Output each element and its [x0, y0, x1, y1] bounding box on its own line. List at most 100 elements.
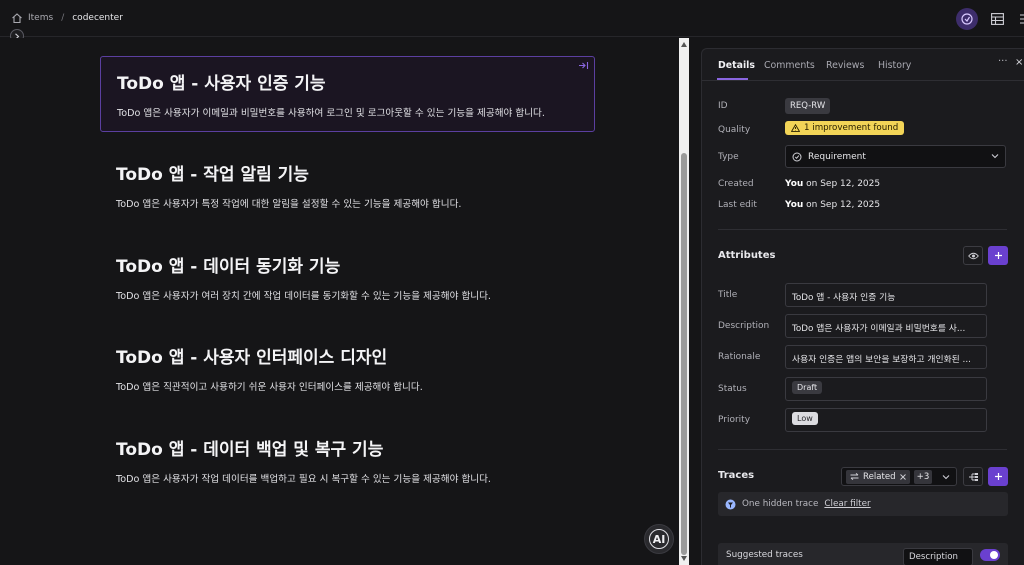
- hidden-trace-text: One hidden trace: [742, 499, 819, 509]
- scrollbar[interactable]: [679, 38, 689, 565]
- divider: [718, 449, 1007, 450]
- requirement-text[interactable]: ToDo 앱은 사용자가 이메일과 비밀번호를 사용하여 로그인 및 로그아웃할…: [117, 105, 578, 119]
- status-label: Status: [718, 384, 747, 394]
- trace-filter-select[interactable]: Related +3: [841, 467, 957, 486]
- created-value: You on Sep 12, 2025: [785, 179, 880, 189]
- requirement-view-button[interactable]: [956, 8, 978, 30]
- top-bar: Items / codecenter: [0, 0, 1024, 37]
- ai-icon: AI: [649, 529, 669, 549]
- suggested-traces-bar: Suggested traces Description: [718, 543, 1008, 565]
- last-edit-label: Last edit: [718, 200, 757, 210]
- status-field[interactable]: Draft: [785, 377, 987, 401]
- plus-icon: [994, 252, 1002, 259]
- edit-date: on Sep 12, 2025: [803, 200, 881, 210]
- requirement-title[interactable]: ToDo 앱 - 데이터 동기화 기능: [116, 252, 579, 277]
- requirement-text[interactable]: ToDo 앱은 사용자가 작업 데이터를 백업하고 필요 시 복구할 수 있는 …: [116, 471, 579, 485]
- description-label: Description: [718, 321, 770, 331]
- home-icon[interactable]: [11, 12, 23, 24]
- attributes-heading: Attributes: [718, 250, 776, 261]
- requirement-title[interactable]: ToDo 앱 - 작업 알림 기능: [116, 160, 579, 185]
- active-tab-indicator: [717, 78, 748, 80]
- type-value: Requirement: [808, 151, 866, 162]
- requirement-text[interactable]: ToDo 앱은 사용자가 여러 장치 간에 작업 데이터를 동기화할 수 있는 …: [116, 288, 579, 302]
- filter-tag-label: Related: [863, 471, 896, 482]
- plus-icon: [994, 473, 1002, 480]
- hidden-trace-notice: One hidden trace Clear filter: [718, 492, 1008, 516]
- ai-assistant-button[interactable]: AI: [644, 524, 674, 554]
- scroll-thumb[interactable]: [681, 153, 687, 555]
- filter-tag: Related: [846, 469, 910, 484]
- requirement-icon: [961, 13, 973, 25]
- table-view-button[interactable]: [986, 8, 1008, 30]
- rationale-field[interactable]: 사용자 인증은 앱의 보안을 보장하고 개인화된 ...: [785, 345, 987, 369]
- title-label: Title: [718, 290, 738, 300]
- panel-toggle-icon: [1020, 14, 1024, 24]
- chevron-down-icon: [942, 475, 950, 480]
- requirement-text[interactable]: ToDo 앱은 직관적이고 사용하기 쉬운 사용자 인터페이스를 제공해야 합니…: [116, 379, 579, 393]
- requirement-block[interactable]: ToDo 앱 - 사용자 인증 기능 ToDo 앱은 사용자가 이메일과 비밀번…: [100, 56, 595, 132]
- scroll-down-arrow[interactable]: [681, 556, 687, 561]
- table-icon: [990, 13, 1004, 25]
- breadcrumb-current[interactable]: codecenter: [72, 13, 123, 23]
- more-options-icon[interactable]: ···: [998, 56, 1008, 67]
- hierarchy-icon: [968, 472, 978, 481]
- document-area: ToDo 앱 - 사용자 인증 기능 ToDo 앱은 사용자가 이메일과 비밀번…: [0, 38, 678, 565]
- requirement-block[interactable]: ToDo 앱 - 데이터 동기화 기능 ToDo 앱은 사용자가 여러 장치 간…: [100, 240, 595, 314]
- filter-count: +3: [913, 469, 933, 484]
- remove-tag-icon[interactable]: [899, 473, 906, 480]
- panel-toggle-button[interactable]: [1016, 8, 1024, 30]
- quality-label: Quality: [718, 125, 751, 135]
- tab-history[interactable]: History: [878, 60, 911, 71]
- breadcrumb-root[interactable]: Items: [28, 13, 53, 23]
- suggested-traces-label: Suggested traces: [726, 550, 803, 560]
- swap-icon: [850, 473, 859, 480]
- id-badge: REQ-RW: [785, 98, 831, 114]
- last-edit-value: You on Sep 12, 2025: [785, 200, 880, 210]
- tab-reviews[interactable]: Reviews: [826, 60, 864, 71]
- edit-user: You: [785, 200, 804, 210]
- requirement-icon: [792, 152, 802, 161]
- add-attribute-button[interactable]: [988, 246, 1008, 265]
- created-user: You: [785, 179, 804, 189]
- quality-badge[interactable]: 1 improvement found: [785, 121, 905, 135]
- tab-comments[interactable]: Comments: [764, 60, 815, 71]
- divider: [718, 229, 1007, 230]
- priority-label: Priority: [718, 415, 751, 425]
- traces-heading: Traces: [718, 470, 755, 481]
- details-panel: Details Comments Reviews History ··· × I…: [701, 48, 1024, 565]
- chevron-down-icon: [991, 154, 999, 159]
- suggest-source-select[interactable]: Description: [903, 548, 973, 565]
- requirement-block[interactable]: ToDo 앱 - 작업 알림 기능 ToDo 앱은 사용자가 특정 작업에 대한…: [100, 148, 595, 222]
- close-icon[interactable]: ×: [1015, 57, 1023, 68]
- type-label: Type: [718, 152, 739, 162]
- created-label: Created: [718, 179, 754, 189]
- priority-pill: Low: [792, 412, 818, 425]
- id-label: ID: [718, 101, 728, 111]
- breadcrumb: Items / codecenter: [11, 12, 123, 24]
- type-select[interactable]: Requirement: [785, 145, 1006, 168]
- rationale-label: Rationale: [718, 352, 761, 362]
- add-trace-button[interactable]: [988, 467, 1008, 486]
- clear-filter-link[interactable]: Clear filter: [824, 499, 870, 509]
- quality-text: 1 improvement found: [804, 123, 899, 133]
- top-actions: [956, 8, 1024, 30]
- requirement-title[interactable]: ToDo 앱 - 데이터 백업 및 복구 기능: [116, 435, 579, 460]
- tab-details[interactable]: Details: [718, 60, 755, 71]
- requirement-block[interactable]: ToDo 앱 - 사용자 인터페이스 디자인 ToDo 앱은 직관적이고 사용하…: [100, 331, 595, 405]
- status-pill: Draft: [792, 381, 823, 394]
- breadcrumb-separator: /: [61, 13, 65, 23]
- requirement-block[interactable]: ToDo 앱 - 데이터 백업 및 복구 기능 ToDo 앱은 사용자가 작업 …: [100, 423, 595, 497]
- scroll-up-arrow[interactable]: [681, 42, 687, 47]
- warning-icon: [791, 124, 800, 132]
- description-field[interactable]: ToDo 앱은 사용자가 이메일과 비밀번호를 사...: [785, 314, 987, 338]
- suggested-traces-toggle[interactable]: [980, 549, 1000, 561]
- requirement-text[interactable]: ToDo 앱은 사용자가 특정 작업에 대한 알림을 설정할 수 있는 기능을 …: [116, 196, 579, 210]
- title-field[interactable]: ToDo 앱 - 사용자 인증 기능: [785, 283, 987, 307]
- trace-graph-button[interactable]: [963, 467, 983, 486]
- toggle-visibility-button[interactable]: [963, 246, 983, 265]
- requirement-title[interactable]: ToDo 앱 - 사용자 인증 기능: [117, 69, 578, 94]
- collapse-icon[interactable]: [578, 61, 589, 70]
- panel-tabs: Details Comments Reviews History ··· ×: [702, 49, 1024, 81]
- requirement-title[interactable]: ToDo 앱 - 사용자 인터페이스 디자인: [116, 343, 579, 368]
- priority-field[interactable]: Low: [785, 408, 987, 432]
